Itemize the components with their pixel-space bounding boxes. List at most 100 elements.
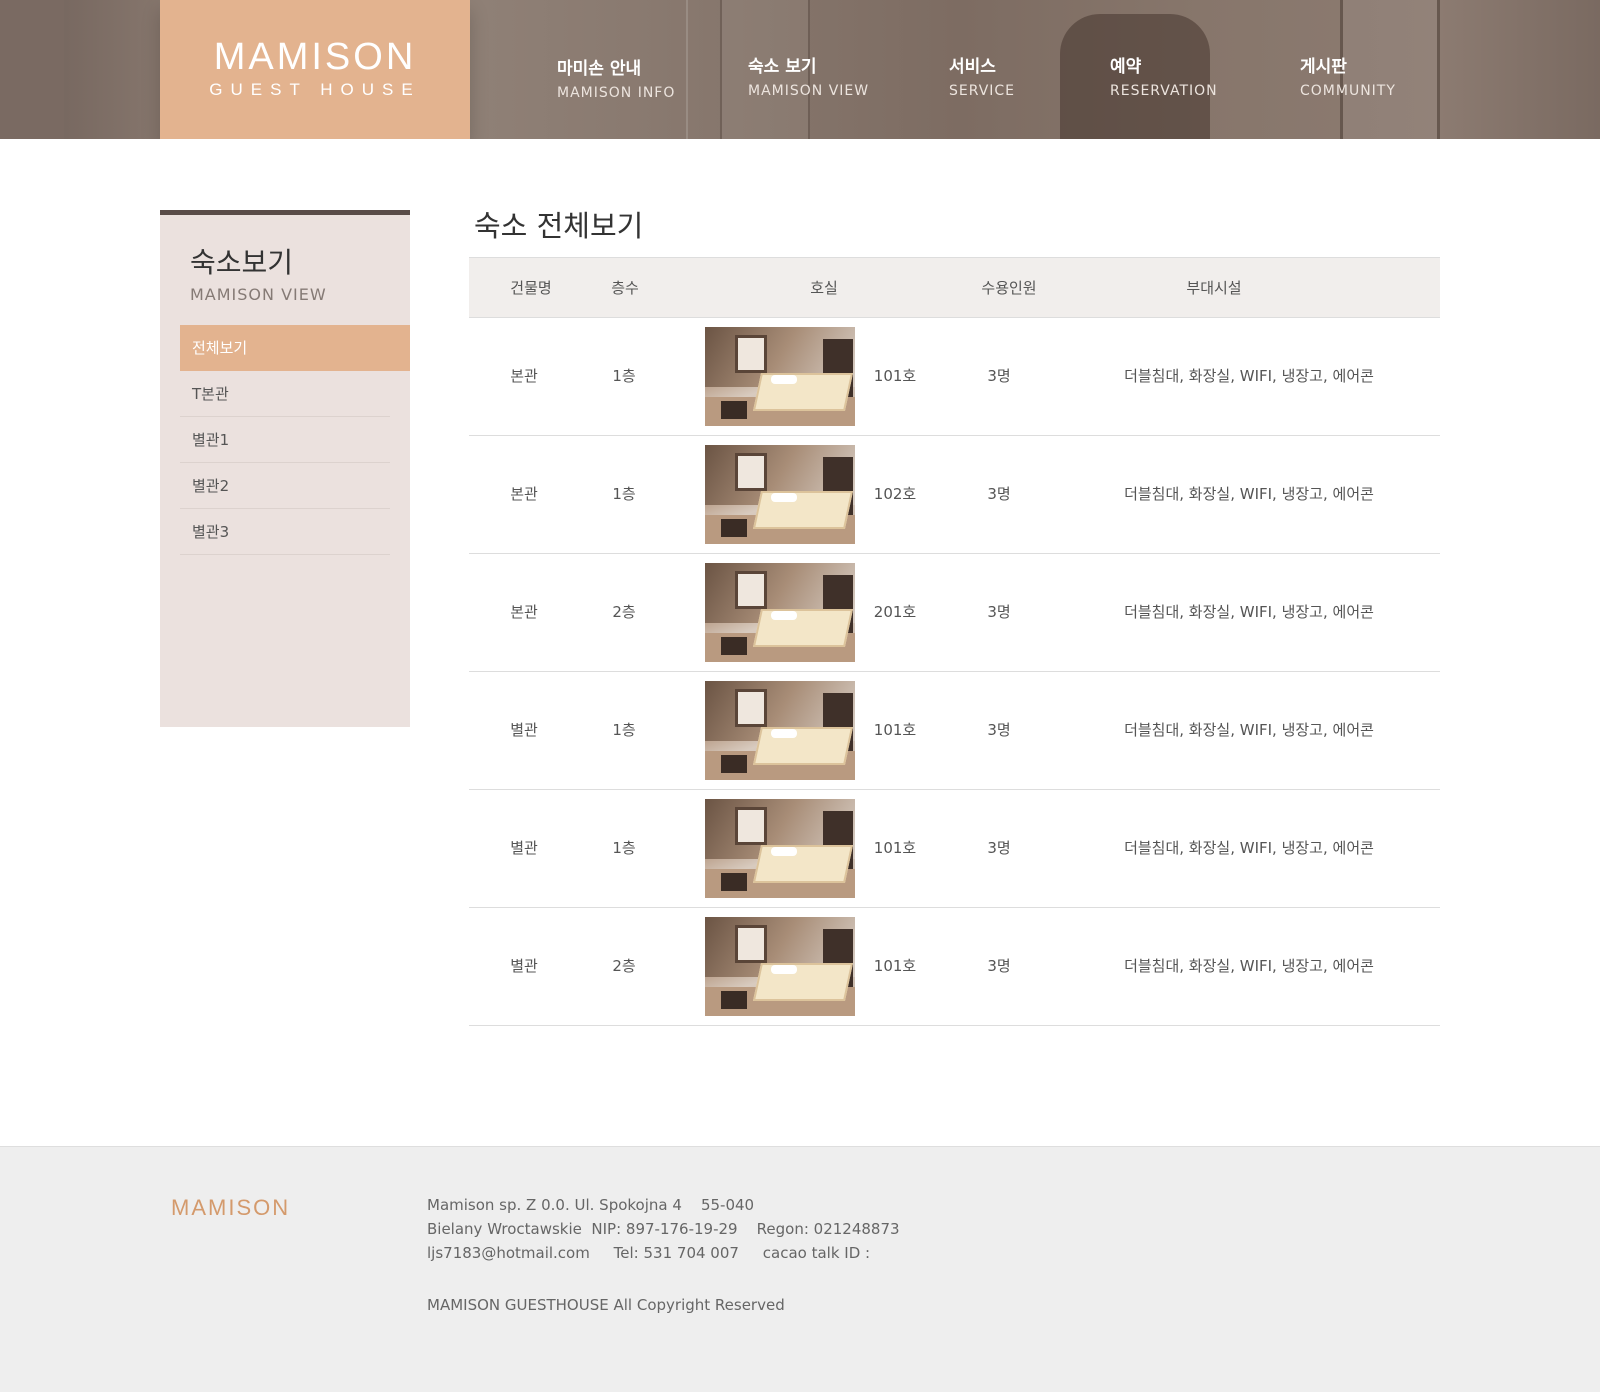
sidebar-item-annex1[interactable]: 별관1: [180, 417, 390, 463]
site-header: MAMISON GUEST HOUSE 마미손 안내 MAMISON INFO …: [0, 0, 1600, 139]
photo-bed: [752, 373, 854, 411]
nav-label-kr: 서비스: [949, 57, 996, 77]
cell-building: 본관: [510, 603, 538, 621]
column-header-room: 호실: [810, 279, 838, 297]
cell-floor: 1층: [612, 367, 636, 385]
photo-window: [735, 335, 767, 373]
room-photo[interactable]: [705, 681, 855, 780]
nav-item-view[interactable]: 숙소 보기 MAMISON VIEW: [748, 52, 869, 99]
page-title: 숙소 전체보기: [474, 209, 644, 243]
photo-pillow: [771, 729, 797, 738]
logo-sub-text: GUEST HOUSE: [209, 80, 421, 99]
table-body: 본관 1층 101호 3명 더블침대, 화장실, WIFI, 냉장고, 에어콘 본관 1층 1…: [469, 318, 1440, 1026]
photo-bed: [752, 845, 854, 883]
footer-logo[interactable]: MAMISON: [171, 1195, 290, 1221]
header-background-photo: [0, 0, 64, 139]
photo-nightstand: [721, 519, 747, 537]
cell-floor: 1층: [612, 721, 636, 739]
nav-label-kr: 숙소 보기: [748, 57, 817, 77]
cell-building: 별관: [510, 839, 538, 857]
nav-label-en: COMMUNITY: [1300, 83, 1396, 99]
cell-capacity: 3명: [987, 367, 1011, 385]
nav-item-service[interactable]: 서비스 SERVICE: [949, 52, 1015, 99]
cell-building: 별관: [510, 957, 538, 975]
cell-room: 102호: [873, 485, 917, 503]
site-logo[interactable]: MAMISON GUEST HOUSE: [160, 0, 470, 139]
sidebar-subtitle: MAMISON VIEW: [190, 285, 327, 304]
nav-item-info[interactable]: 마미손 안내 MAMISON INFO: [557, 54, 675, 101]
cell-room: 101호: [873, 957, 917, 975]
cell-floor: 2층: [612, 603, 636, 621]
photo-pillow: [771, 965, 797, 974]
nav-label-kr: 게시판: [1300, 57, 1347, 77]
sidebar-item-annex2[interactable]: 별관2: [180, 463, 390, 509]
photo-bed: [752, 609, 854, 647]
photo-nightstand: [721, 637, 747, 655]
table-row: 별관 1층 101호 3명 더블침대, 화장실, WIFI, 냉장고, 에어콘: [469, 790, 1440, 908]
photo-window: [735, 453, 767, 491]
cell-capacity: 3명: [987, 957, 1011, 975]
cell-amenities: 더블침대, 화장실, WIFI, 냉장고, 에어콘: [1124, 603, 1374, 621]
table-header: 건물명 층수 호실 수용인원 부대시설: [469, 257, 1440, 318]
nav-label-en: RESERVATION: [1110, 83, 1218, 99]
table-row: 본관 2층 201호 3명 더블침대, 화장실, WIFI, 냉장고, 에어콘: [469, 554, 1440, 672]
cell-capacity: 3명: [987, 839, 1011, 857]
footer-contact: ljs7183@hotmail.com Tel: 531 704 007 cac…: [427, 1244, 871, 1262]
sidebar-menu: 전체보기 T본관 별관1 별관2 별관3: [180, 325, 410, 555]
cell-building: 본관: [510, 485, 538, 503]
site-footer: MAMISON Mamison sp. Z 0.0. Ul. Spokojna …: [0, 1146, 1600, 1392]
footer-address-line1: Mamison sp. Z 0.0. Ul. Spokojna 4 55-040: [427, 1196, 755, 1214]
table-row: 본관 1층 101호 3명 더블침대, 화장실, WIFI, 냉장고, 에어콘: [469, 318, 1440, 436]
photo-window: [735, 689, 767, 727]
room-photo[interactable]: [705, 799, 855, 898]
column-header-amenities: 부대시설: [1186, 279, 1242, 297]
photo-pillow: [771, 375, 797, 384]
photo-nightstand: [721, 755, 747, 773]
cell-capacity: 3명: [987, 721, 1011, 739]
photo-pillow: [771, 847, 797, 856]
cell-room: 101호: [873, 367, 917, 385]
footer-copyright: MAMISON GUESTHOUSE All Copyright Reserve…: [427, 1296, 785, 1314]
cell-floor: 1층: [612, 485, 636, 503]
cell-amenities: 더블침대, 화장실, WIFI, 냉장고, 에어콘: [1124, 839, 1374, 857]
photo-pillow: [771, 611, 797, 620]
photo-nightstand: [721, 401, 747, 419]
nav-item-reservation[interactable]: 예약 RESERVATION: [1110, 52, 1218, 99]
cell-building: 별관: [510, 721, 538, 739]
nav-label-kr: 예약: [1110, 57, 1142, 77]
sidebar-item-t-main[interactable]: T본관: [180, 371, 390, 417]
room-photo[interactable]: [705, 327, 855, 426]
sidebar-title: 숙소보기: [190, 246, 294, 279]
room-photo[interactable]: [705, 563, 855, 662]
photo-bed: [752, 963, 854, 1001]
room-photo[interactable]: [705, 445, 855, 544]
photo-window: [735, 571, 767, 609]
room-photo[interactable]: [705, 917, 855, 1016]
cell-amenities: 더블침대, 화장실, WIFI, 냉장고, 에어콘: [1124, 367, 1374, 385]
header-background-divider: [686, 0, 688, 139]
footer-address-line2: Bielany Wroctawskie NIP: 897-176-19-29 R…: [427, 1220, 900, 1238]
nav-item-community[interactable]: 게시판 COMMUNITY: [1300, 52, 1396, 99]
logo-main-text: MAMISON: [213, 36, 417, 78]
nav-label-en: MAMISON INFO: [557, 85, 676, 101]
table-row: 별관 2층 101호 3명 더블침대, 화장실, WIFI, 냉장고, 에어콘: [469, 908, 1440, 1026]
nav-label-en: MAMISON VIEW: [748, 83, 870, 99]
photo-window: [735, 807, 767, 845]
nav-label-en: SERVICE: [949, 83, 1016, 99]
photo-nightstand: [721, 991, 747, 1009]
cell-amenities: 더블침대, 화장실, WIFI, 냉장고, 에어콘: [1124, 485, 1374, 503]
sidebar-item-all[interactable]: 전체보기: [180, 325, 410, 371]
cell-room: 201호: [873, 603, 917, 621]
column-header-building: 건물명: [510, 279, 552, 297]
photo-bed: [752, 727, 854, 765]
sidebar: 숙소보기 MAMISON VIEW 전체보기 T본관 별관1 별관2 별관3: [160, 210, 410, 727]
sidebar-item-annex3[interactable]: 별관3: [180, 509, 390, 555]
cell-floor: 1층: [612, 839, 636, 857]
cell-building: 본관: [510, 367, 538, 385]
column-header-floor: 층수: [611, 279, 639, 297]
cell-floor: 2층: [612, 957, 636, 975]
photo-pillow: [771, 493, 797, 502]
cell-capacity: 3명: [987, 485, 1011, 503]
cell-amenities: 더블침대, 화장실, WIFI, 냉장고, 에어콘: [1124, 957, 1374, 975]
cell-capacity: 3명: [987, 603, 1011, 621]
